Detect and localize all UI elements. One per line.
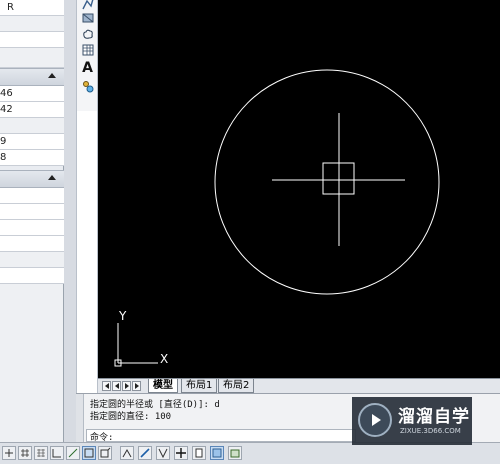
model-space: Y X [114,69,440,367]
region-icon[interactable] [79,10,96,26]
property-row[interactable] [0,48,64,68]
collapse-arrow-icon[interactable] [48,73,56,78]
add-selected-icon[interactable] [79,78,96,94]
status-bar [0,442,500,464]
object-snap-tracking-button[interactable] [82,446,96,460]
table-icon[interactable] [79,42,96,58]
watermark: 溜溜自学 ZIXUE.3D66.COM [352,397,472,445]
property-value: R [7,2,14,13]
object-snap-button[interactable] [66,446,80,460]
tab-layout2[interactable]: 布局2 [218,379,255,393]
next-layout-button[interactable] [122,381,131,391]
dynamic-ucs-button[interactable] [98,446,112,460]
workspace-button[interactable] [210,446,224,460]
tab-model[interactable]: 模型 [148,379,178,393]
autocad-window: R 46 42 9 8 A Y X 模型 布局1 布局2 指定圆的半径或 [直径… [0,0,500,464]
property-row[interactable] [0,188,64,204]
toolbar-empty-area [76,111,98,398]
geometry-section-header[interactable] [0,68,64,86]
snap-mode-button[interactable] [2,446,16,460]
last-layout-button[interactable] [132,381,141,391]
property-value: 9 [0,136,7,147]
ucs-y-label: Y [118,309,127,323]
quick-properties-button[interactable] [156,446,170,460]
drawn-circle[interactable] [214,69,440,295]
ucs-icon: Y X [114,309,168,367]
properties-palette: R 46 42 9 8 [0,0,64,442]
previous-layout-button[interactable] [112,381,121,391]
property-value: 46 [0,88,13,99]
layout-tab-bar: 模型 布局1 布局2 [98,378,500,393]
property-row[interactable] [0,16,64,32]
annotation-monitor-button[interactable] [192,446,206,460]
tab-layout1[interactable]: 布局1 [181,379,218,393]
property-row[interactable]: R [0,0,64,16]
ortho-mode-button[interactable] [34,446,48,460]
palette-splitter[interactable] [64,0,76,442]
selection-cycling-button[interactable] [174,446,188,460]
property-row[interactable]: 42 [0,102,64,118]
lineweight-button[interactable] [138,446,152,460]
first-layout-button[interactable] [102,381,111,391]
isolate-objects-button[interactable] [228,446,242,460]
command-history-line: 指定圆的直径: 100 [90,412,172,422]
property-row[interactable]: 8 [0,150,64,166]
multiline-text-icon[interactable]: A [79,60,96,76]
grid-display-button[interactable] [18,446,32,460]
text-tool-glyph: A [82,60,93,76]
watermark-title: 溜溜自学 [398,407,470,427]
revcloud-icon[interactable] [79,26,96,42]
property-row[interactable]: 9 [0,134,64,150]
play-logo-icon [358,403,392,437]
collapse-arrow-icon[interactable] [48,175,56,180]
property-row[interactable]: 46 [0,86,64,102]
watermark-url: ZIXUE.3D66.COM [400,427,461,435]
misc-section-header[interactable] [0,170,64,188]
property-row[interactable] [0,118,64,134]
palette-empty-area [0,284,63,442]
ucs-x-label: X [160,352,168,366]
property-value: 42 [0,104,13,115]
command-input[interactable]: 命令: [86,429,356,443]
property-row[interactable] [0,268,64,284]
drawing-canvas[interactable]: Y X [98,0,500,378]
property-row[interactable] [0,252,64,268]
polar-tracking-button[interactable] [50,446,64,460]
property-row[interactable] [0,32,64,48]
property-row[interactable] [0,204,64,220]
command-window-grip[interactable] [76,394,84,442]
property-row[interactable] [0,220,64,236]
property-row[interactable] [0,236,64,252]
dynamic-input-button[interactable] [120,446,134,460]
property-value: 8 [0,152,7,163]
